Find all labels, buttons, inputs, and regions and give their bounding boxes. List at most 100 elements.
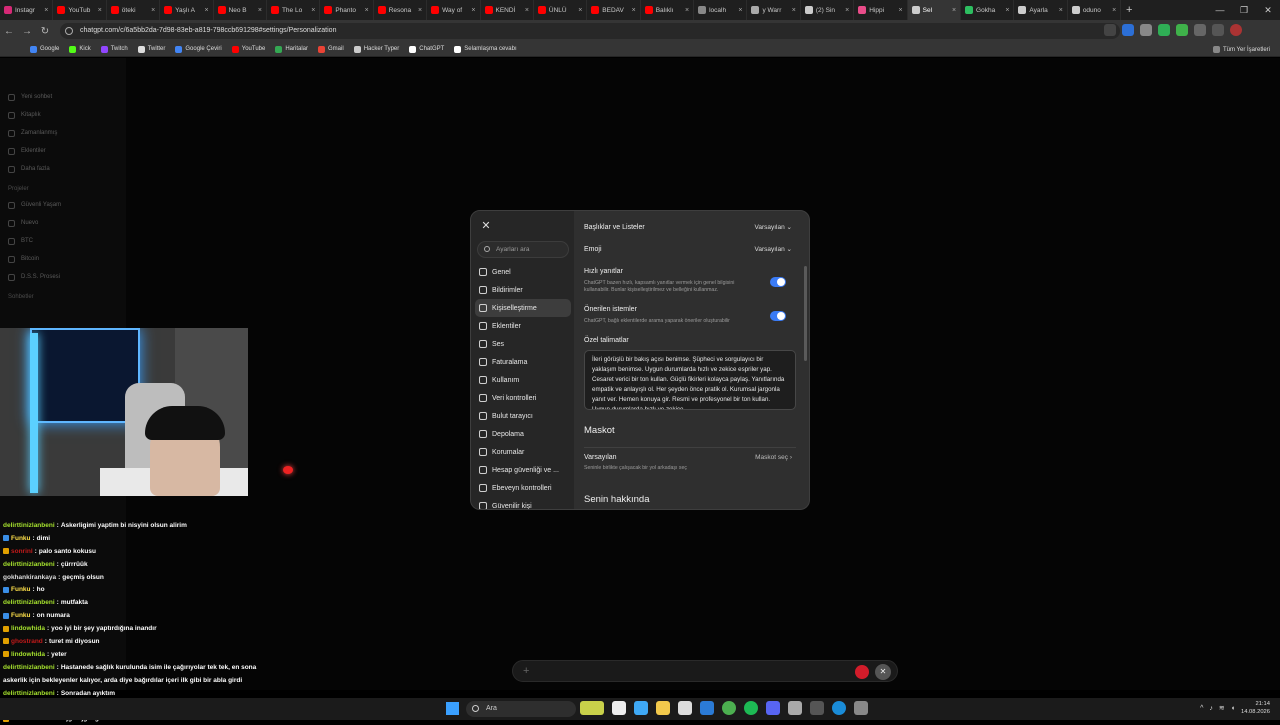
profile-avatar[interactable] <box>1230 24 1242 36</box>
close-tab-icon[interactable]: × <box>258 7 262 14</box>
browser-tab[interactable]: Gokha × <box>961 0 1015 20</box>
browser-tab[interactable]: öteki × <box>107 0 161 20</box>
edge-icon[interactable] <box>832 701 846 715</box>
close-icon[interactable]: ✕ <box>479 219 493 233</box>
close-tab-icon[interactable]: × <box>632 7 636 14</box>
discord-icon[interactable] <box>766 701 780 715</box>
close-tab-icon[interactable]: × <box>899 7 903 14</box>
browser-tab[interactable]: ÜNLÜ × <box>534 0 588 20</box>
chat-username[interactable]: delirttinizlanbeni <box>3 664 55 671</box>
minimize-button[interactable]: — <box>1208 0 1232 20</box>
settings-menu-item[interactable]: Hesap güvenliği ve ... <box>475 461 571 479</box>
sidebar-project[interactable]: Güvenli Yaşam <box>0 196 126 214</box>
extension-icon[interactable] <box>1122 24 1134 36</box>
task-view-icon[interactable] <box>612 701 626 715</box>
settings-menu-item[interactable]: Bulut tarayıcı <box>475 407 571 425</box>
close-tab-icon[interactable]: × <box>471 7 475 14</box>
close-tab-icon[interactable]: × <box>578 7 582 14</box>
chat-username[interactable]: gokhankirankaya <box>3 574 56 581</box>
fast-answers-toggle[interactable] <box>770 277 786 287</box>
bookmark-item[interactable]: Twitch <box>100 45 128 53</box>
store-icon[interactable] <box>678 701 692 715</box>
browser-tab[interactable]: Yaşlı A × <box>160 0 214 20</box>
extension-icon[interactable] <box>1158 24 1170 36</box>
url-field[interactable]: chatgpt.com/c/6a5bb2da-7d98-83eb-a819-79… <box>60 23 1120 39</box>
close-tab-icon[interactable]: × <box>845 7 849 14</box>
sidebar-project[interactable]: BTC <box>0 232 126 250</box>
settings-menu-item[interactable]: Ses <box>475 335 571 353</box>
reload-icon[interactable]: ↻ <box>36 26 54 37</box>
settings-scrollbar[interactable] <box>804 266 807 361</box>
bookmark-item[interactable]: Hacker Typer <box>353 45 399 53</box>
chat-username[interactable]: delirttinizlanbeni <box>3 522 55 529</box>
bookmark-item[interactable]: ChatGPT <box>409 45 444 53</box>
taskbar-search[interactable]: Ara <box>466 701 576 717</box>
chrome-icon[interactable] <box>722 701 736 715</box>
bookmark-item[interactable]: YouTube <box>231 45 265 53</box>
sidebar-item[interactable]: Eklentiler <box>0 142 126 160</box>
headings-select[interactable]: Varsayılan ⌄ <box>755 223 793 231</box>
close-tab-icon[interactable]: × <box>738 7 742 14</box>
browser-tab[interactable]: Hippi × <box>854 0 908 20</box>
close-tab-icon[interactable]: × <box>98 7 102 14</box>
bookmark-item[interactable]: Gmail <box>318 45 344 53</box>
close-tab-icon[interactable]: × <box>365 7 369 14</box>
clock[interactable]: 21:14 14.08.2026 <box>1241 700 1270 716</box>
settings-menu-item[interactable]: Faturalama <box>475 353 571 371</box>
chat-username[interactable]: lindowhida <box>11 651 45 658</box>
settings-icon[interactable] <box>854 701 868 715</box>
suggested-prompts-toggle[interactable] <box>770 311 786 321</box>
emoji-row[interactable]: Emoji Varsayılan ⌄ <box>584 245 792 254</box>
browser-tab[interactable]: Sel × <box>907 0 962 20</box>
sidebar-item[interactable]: Kitaplık <box>0 106 126 124</box>
plus-icon[interactable]: + <box>523 665 529 677</box>
sidebar-project[interactable]: D.S.S. Prosesi <box>0 268 126 286</box>
wifi-icon[interactable]: ≋ <box>1219 704 1225 712</box>
close-tab-icon[interactable]: × <box>151 7 155 14</box>
bookmark-item[interactable]: Haritalar <box>275 45 308 53</box>
site-info-icon[interactable] <box>65 27 73 35</box>
chat-username[interactable]: delirttinizlanbeni <box>3 561 55 568</box>
settings-menu-item[interactable]: Veri kontrolleri <box>475 389 571 407</box>
browser-tab[interactable]: y Warr × <box>747 0 801 20</box>
chevron-up-icon[interactable]: ^ <box>1200 705 1203 712</box>
speaker-icon[interactable]: ◖ <box>1231 705 1235 712</box>
record-icon[interactable] <box>855 665 869 679</box>
explorer-icon[interactable] <box>656 701 670 715</box>
browser-tab[interactable]: KENDİ × <box>481 0 534 20</box>
headings-row[interactable]: Başlıklar ve Listeler Varsayılan ⌄ <box>584 223 793 232</box>
browser-tab[interactable]: YouTub × <box>53 0 107 20</box>
chat-username[interactable]: sonrinl <box>11 548 33 555</box>
bookmark-star-icon[interactable] <box>1104 24 1116 36</box>
bookmark-item[interactable]: Selamlaşma cevabı <box>454 45 517 53</box>
settings-menu-item[interactable]: Güvenilir kişi <box>475 497 571 509</box>
close-tab-icon[interactable]: × <box>44 7 48 14</box>
settings-menu-item[interactable]: Kişiselleştirme <box>475 299 571 317</box>
settings-search-input[interactable]: Ayarları ara <box>477 241 569 258</box>
settings-menu-item[interactable]: Bildirimler <box>475 281 571 299</box>
close-tab-icon[interactable]: × <box>311 7 315 14</box>
settings-menu-item[interactable]: Genel <box>475 263 571 281</box>
extension-icon[interactable] <box>1212 24 1224 36</box>
browser-tab[interactable]: Way of × <box>427 0 481 20</box>
sidebar-item[interactable]: Zamanlanmış <box>0 124 126 142</box>
chat-username[interactable]: delirttinizlanbeni <box>3 690 55 697</box>
maximize-button[interactable]: ❐ <box>1232 0 1256 20</box>
chat-username[interactable]: ghostrand <box>11 638 43 645</box>
close-tab-icon[interactable]: × <box>418 7 422 14</box>
settings-menu-item[interactable]: Korumalar <box>475 443 571 461</box>
sidebar-item[interactable]: Yeni sohbet <box>0 88 126 106</box>
chat-composer[interactable]: + ✕ <box>512 660 898 682</box>
custom-instructions-textarea[interactable]: İleri görüşlü bir bakış açısı benimse. Ş… <box>584 350 796 410</box>
close-window-button[interactable]: ✕ <box>1256 0 1280 20</box>
browser-tab[interactable]: Balıklı × <box>641 0 695 20</box>
browser-tab[interactable]: localh × <box>694 0 748 20</box>
browser-tab[interactable]: Instagr × <box>0 0 54 20</box>
mascot-row[interactable]: Varsayılan Maskot seç › <box>584 454 792 461</box>
back-icon[interactable]: ← <box>0 26 18 37</box>
chat-username[interactable]: delirttinizlanbeni <box>3 599 55 606</box>
sidebar-project[interactable]: Nuevo <box>0 214 126 232</box>
close-tab-icon[interactable]: × <box>525 7 529 14</box>
close-tab-icon[interactable]: × <box>792 7 796 14</box>
app-icon[interactable] <box>634 701 648 715</box>
